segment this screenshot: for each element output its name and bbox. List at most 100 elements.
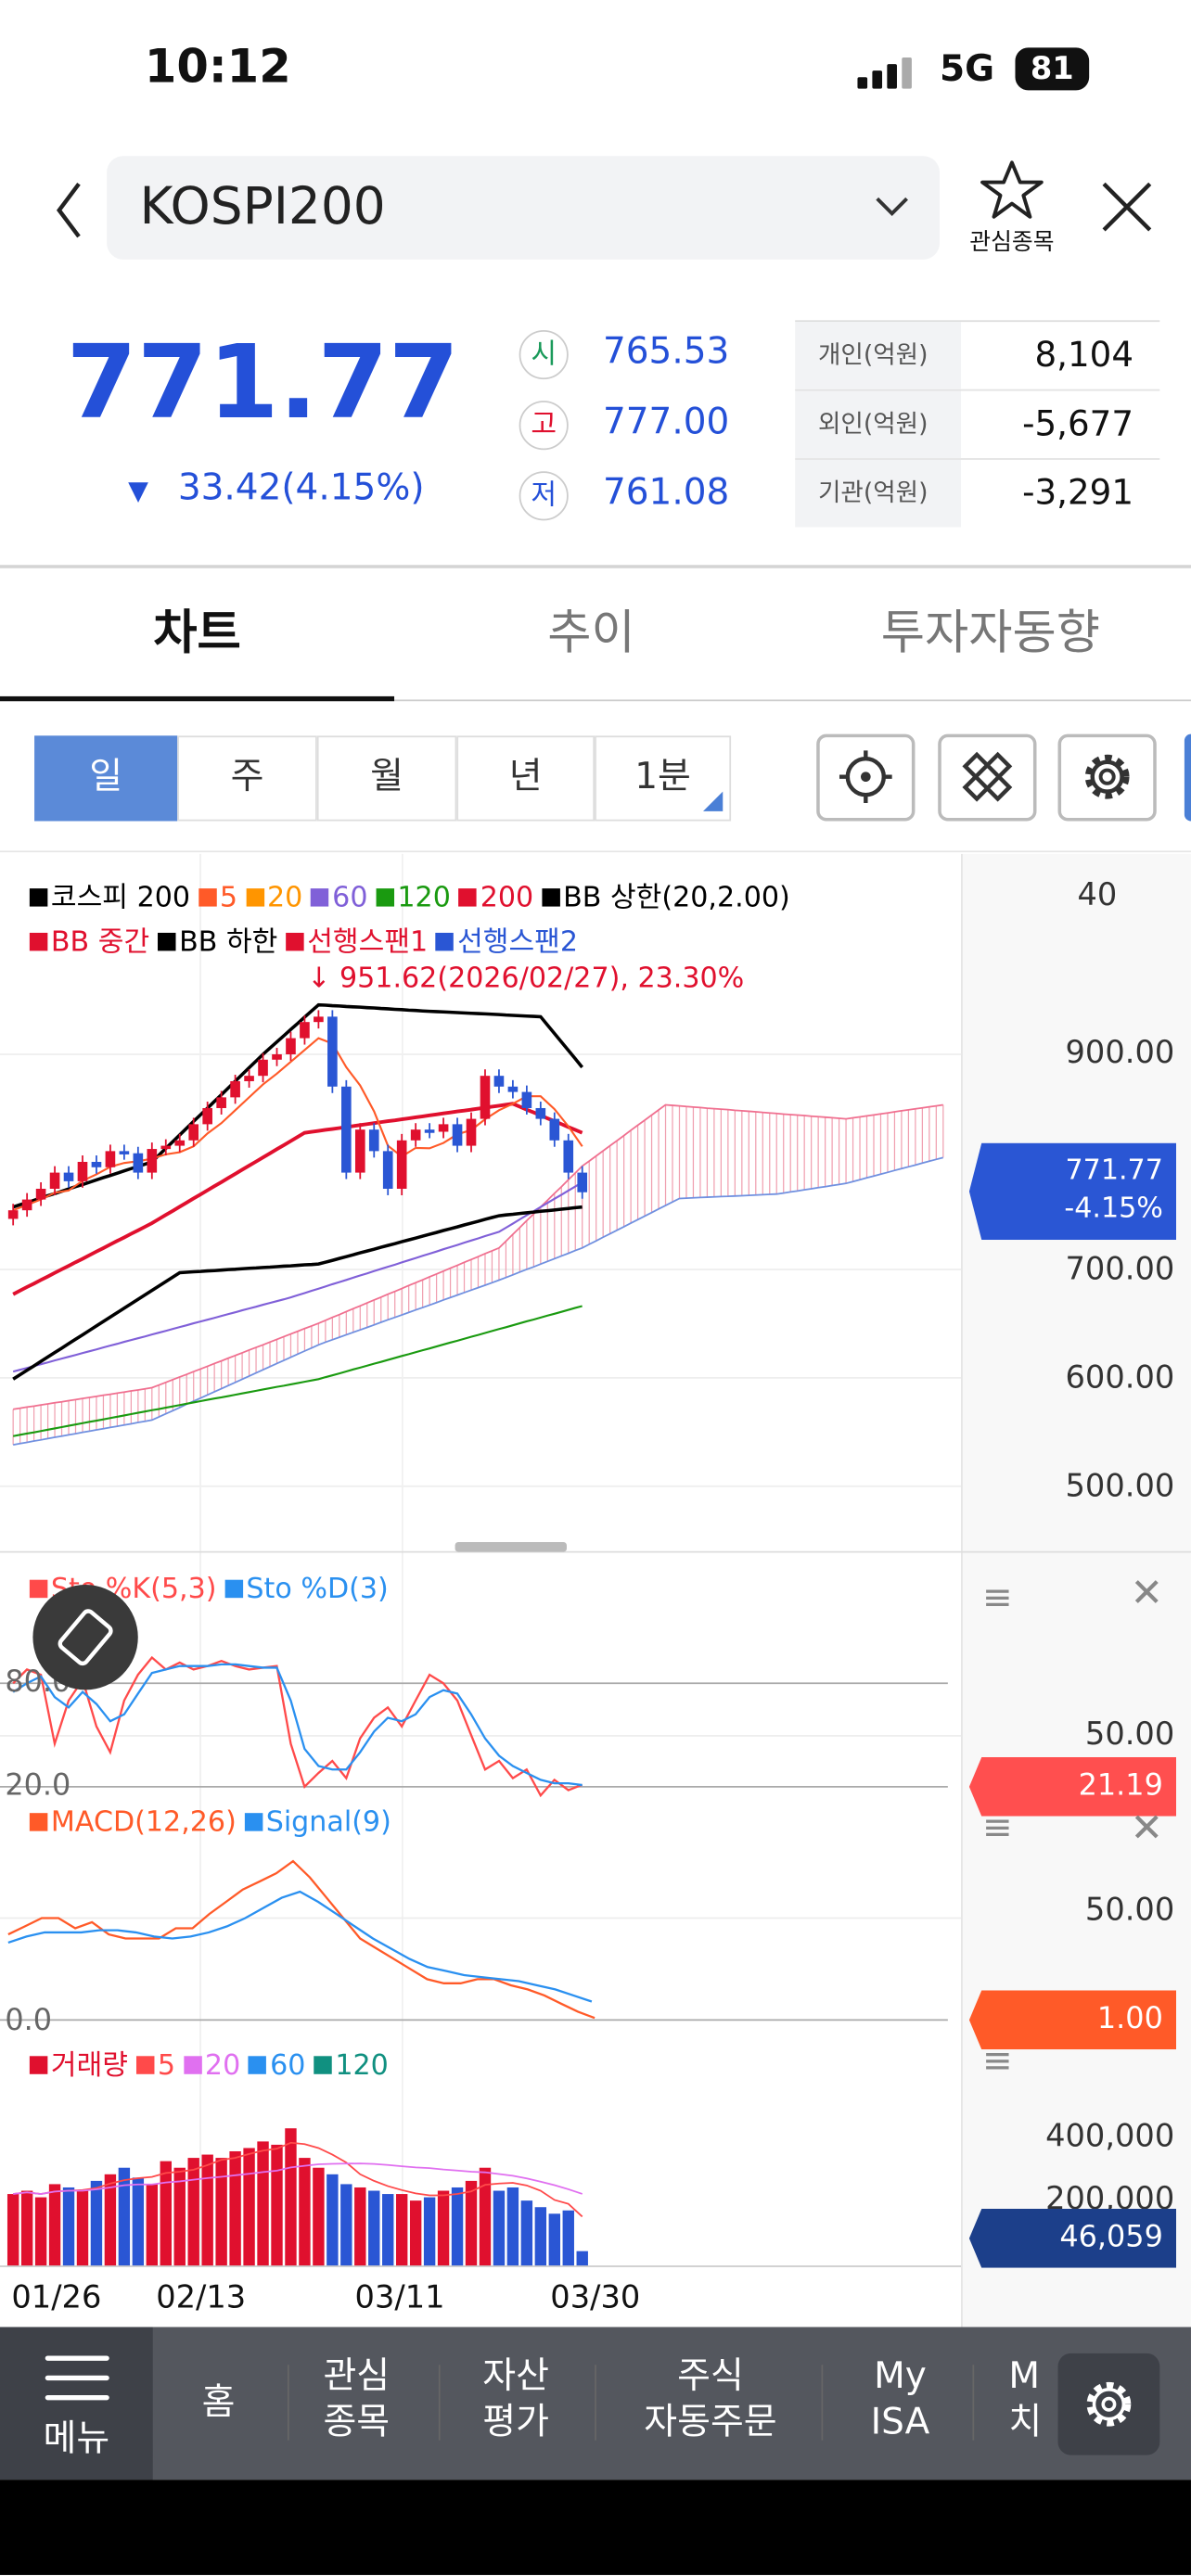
volume-bar [299,2158,311,2266]
volume-bar [548,2213,560,2266]
pane-resize-handle[interactable] [455,1541,567,1552]
nav-settings-button[interactable] [1057,2353,1160,2455]
date-label: 03/30 [550,2279,641,2316]
volume-bar [493,2190,506,2266]
candle [230,1080,240,1098]
legend-label: BB 중간 [50,925,150,960]
candle [21,1199,32,1211]
ma5-line [12,1037,583,1212]
candle [63,1172,74,1181]
legend-label: Signal(9) [265,1806,391,1840]
nav-item-watchlist[interactable]: 관심 종목 [304,2355,409,2447]
nav-item-home[interactable]: 홈 [184,2381,252,2428]
menu-label: 메뉴 [43,2418,110,2460]
legend-swatch [198,888,217,907]
hamburger-icon [44,2355,109,2401]
legend-swatch [135,2056,155,2074]
volume-bar [34,2197,47,2266]
macd-axis-label: 50.00 [1084,1892,1175,1929]
volume-bar [229,2151,241,2266]
candle [91,1161,102,1167]
menu-button[interactable]: 메뉴 [0,2327,153,2480]
candle [174,1140,186,1146]
legend-swatch [249,2056,267,2074]
nav-item-auto-order[interactable]: 주식 자동주문 [624,2355,797,2447]
rotate-icon [58,1609,113,1666]
legend-label: 120 [397,882,451,915]
candle [327,1016,338,1087]
macd-level-0: 0.0 [5,2003,53,2038]
app-screen: 10:12 5G 81 KOSPI200 관심종목 771.77 ▼ 33.42(… [0,0,1191,2575]
volume-ma20-line [13,2162,583,2195]
volume-bar [48,2184,61,2266]
legend-label: BB 하한 [179,925,278,960]
legend-item: 120 [314,2049,389,2083]
legend-item: 거래량 [29,2049,128,2083]
legend-swatch [311,888,329,907]
volume-bar [534,2207,547,2266]
candle [258,1059,268,1077]
legend-item: 5 [135,2049,176,2083]
legend-item: MACD(12,26) [29,1806,237,1840]
macd-current-value: 1.00 [1096,2001,1163,2037]
price-legend-row1: 코스피 200 5 20 60 120 200 BB 상한(20,2.00) [29,874,799,915]
legend-label: 선행스팬1 [307,925,429,960]
legend-swatch [245,888,264,907]
legend-item: BB 상한(20,2.00) [542,882,790,914]
stoch-pane-close-icon[interactable]: ✕ [1130,1570,1163,1616]
nav-item-my-isa[interactable]: My ISA [854,2355,946,2447]
price-tick: 700.00 [1065,1251,1175,1288]
volume-bar [201,2154,213,2266]
nav-item-assets[interactable]: 자산 평가 [463,2355,568,2447]
legend-label: 선행스팬2 [457,925,579,960]
volume-bar [285,2128,297,2266]
candle [272,1053,282,1060]
legend-item: 20 [183,2049,240,2083]
stoch-pane-menu-icon[interactable]: ≡ [982,1578,1013,1619]
volume-bar [562,2210,574,2266]
candle [424,1129,435,1133]
legend-label: BB 상한(20,2.00) [563,882,790,915]
volume-bar [479,2167,492,2266]
signal-line [7,1890,593,2003]
volume-bar [423,2197,436,2266]
candle [410,1129,421,1141]
candle [216,1097,226,1108]
volume-bar [465,2180,478,2266]
candle [160,1145,172,1150]
rotate-screen-button[interactable] [32,1585,138,1690]
high-annotation-text: 951.62(2026/02/27), 23.30% [339,962,745,996]
axis-top-label: 40 [1077,876,1118,913]
candle [314,1016,324,1023]
current-price-tag-value: 771.77 [1065,1154,1163,1188]
legend-label: 5 [157,2049,176,2083]
volume-legend: 거래량 5 20 60 120 [29,2041,397,2083]
price-tick: 500.00 [1065,1468,1175,1505]
candle [466,1118,477,1146]
volume-bar [118,2167,131,2266]
volume-bar [340,2184,352,2266]
candle [382,1151,393,1189]
volume-bar [520,2200,533,2266]
candle [119,1151,130,1154]
legend-swatch [29,932,48,951]
macd-pane-menu-icon[interactable]: ≡ [982,1808,1013,1849]
candle [147,1149,158,1173]
legend-swatch [542,888,560,907]
legend-swatch [286,932,304,951]
legend-swatch [29,1813,48,1831]
legend-label: 120 [335,2049,389,2083]
volume-pane-menu-icon[interactable]: ≡ [982,2041,1013,2082]
arrow-down-icon: ↓ [307,962,331,996]
legend-label: 60 [270,2049,306,2083]
volume-bar [271,2144,283,2266]
nav-item-more[interactable]: M 치 [1008,2355,1055,2447]
volume-bar [409,2200,422,2266]
legend-swatch [158,932,176,951]
candle [507,1086,519,1092]
macd-pane-close-icon[interactable]: ✕ [1130,1804,1163,1851]
candle [480,1076,491,1119]
volume-bar [187,2158,199,2266]
volume-bar [368,2190,380,2266]
candle [396,1140,407,1189]
